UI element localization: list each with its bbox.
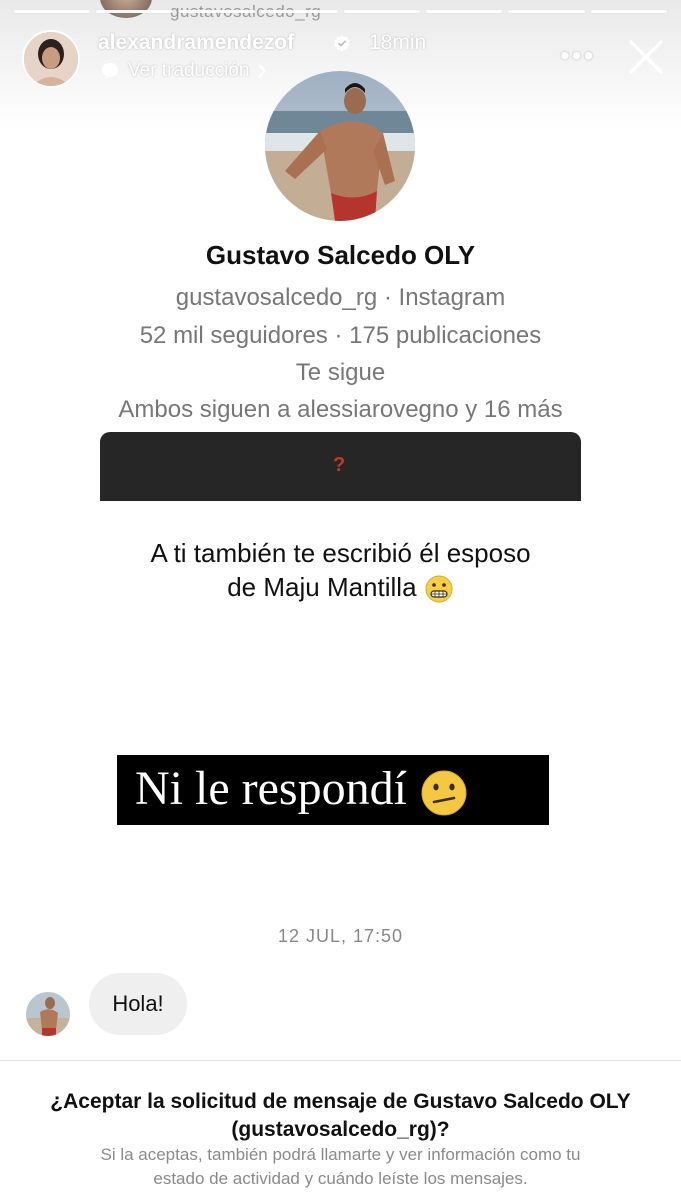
profile-photo[interactable]: [265, 71, 415, 221]
chevron-right-icon: [258, 64, 267, 78]
sender-avatar[interactable]: [26, 992, 70, 1036]
request-title-line-1: ¿Aceptar la solicitud de mensaje de Gust…: [50, 1090, 631, 1113]
message-timestamp: 12 JUL, 17:50: [277, 926, 404, 946]
profile-name: Gustavo Salcedo OLY: [205, 240, 476, 270]
verified-badge-icon: [333, 34, 351, 52]
request-title: ¿Aceptar la solicitud de mensaje de Gust…: [0, 1088, 681, 1144]
request-divider: [0, 1060, 681, 1061]
progress-segment: [14, 10, 91, 13]
message-text: Hola!: [112, 991, 164, 1016]
progress-segment: [261, 10, 338, 13]
highlight-caption: Ni le respondí: [117, 755, 549, 825]
request-description: Si la aceptas, también podrá llamarte y …: [0, 1143, 681, 1191]
story-owner-avatar[interactable]: [22, 30, 80, 88]
request-title-line-2: (gustavosalcedo_rg)?: [231, 1118, 450, 1141]
progress-segment: [343, 10, 420, 13]
grimacing-face-icon: [425, 575, 453, 603]
close-icon[interactable]: [627, 38, 665, 76]
avatar-photo: [24, 32, 78, 86]
progress-segment: [590, 10, 667, 13]
progress-segment: [178, 10, 256, 13]
sender-avatar-image: [26, 992, 70, 1036]
progress-segment: [508, 10, 585, 13]
message-bubble[interactable]: Hola!: [89, 973, 187, 1035]
story-time: 18min: [369, 31, 427, 54]
story-caption: A ti también te escribió él esposo de Ma…: [0, 536, 681, 604]
progress-segment: [425, 10, 503, 13]
progress-segment: [96, 10, 173, 13]
translate-icon: [102, 63, 118, 79]
profile-handle: gustavosalcedo_rg · Instagram: [175, 284, 506, 311]
mutual-followers: Ambos siguen a alessiarovegno y 16 más: [118, 396, 563, 423]
request-description-line-1: Si la aceptas, también podrá llamarte y …: [100, 1145, 581, 1164]
caption-line-2-row: de Maju Mantilla: [0, 570, 681, 604]
story-progress-bar: [14, 10, 667, 13]
follows-you-label: Te sigue: [295, 359, 386, 386]
caption-line-1: A ti también te escribió él esposo: [150, 538, 531, 568]
highlight-caption-row: Ni le respondí: [135, 755, 469, 823]
translate-link[interactable]: Ver traducción: [100, 60, 267, 82]
profile-photo-image: [265, 71, 415, 221]
question-mark-sticker: ?: [333, 454, 346, 476]
profile-stats: 52 mil seguidores · 175 publicaciones: [139, 322, 542, 349]
confused-face-icon: [421, 770, 467, 816]
request-description-line-2: estado de actividad y cuándo leíste los …: [153, 1169, 528, 1188]
translate-label: Ver traducción: [128, 60, 250, 81]
caption-line-2: de Maju Mantilla: [227, 572, 417, 602]
highlight-caption-text: Ni le respondí: [135, 762, 407, 815]
story-owner-username[interactable]: alexandramendezof: [98, 31, 294, 55]
more-icon[interactable]: •••: [560, 40, 595, 72]
